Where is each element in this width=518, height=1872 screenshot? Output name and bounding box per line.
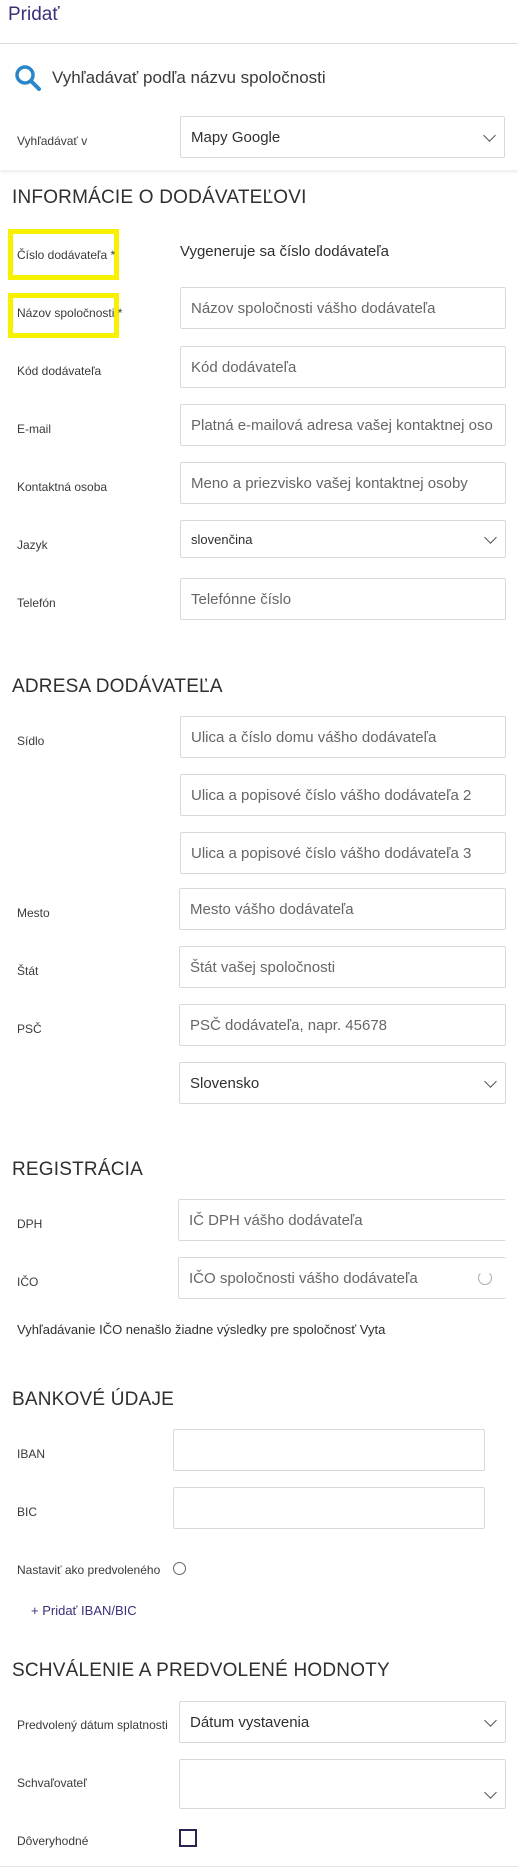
chevron-down-icon (484, 531, 497, 544)
trusted-label: Dôveryhodné (17, 1834, 89, 1848)
country-value: Slovensko (190, 1074, 260, 1092)
ico-label: IČO (17, 1275, 39, 1289)
contact-person-label: Kontaktná osoba (17, 480, 108, 494)
company-name-label: Názov spoločnosti * (17, 306, 123, 320)
supplier-number-label: Číslo dodávateľa * (17, 248, 116, 262)
supplier-code-label: Kód dodávateľa (17, 364, 102, 378)
refresh-icon[interactable] (478, 1271, 492, 1285)
chevron-down-icon (483, 129, 496, 142)
supplier-info-heading: INFORMÁCIE O DODÁVATEĽOVI (12, 187, 307, 208)
city-input[interactable]: Mesto vášho dodávateľa (179, 888, 506, 930)
bottom-divider (0, 1866, 518, 1867)
search-in-label: Vyhľadávať v (17, 134, 88, 148)
approver-label: Schvaľovateľ (17, 1776, 87, 1790)
search-by-name-title[interactable]: Vyhľadávať podľa názvu spoločnosti (52, 68, 326, 88)
email-input[interactable]: Platná e-mailová adresa vašej kontaktnej… (180, 404, 506, 446)
search-source-select[interactable]: Mapy Google (180, 116, 505, 158)
ico-placeholder: IČO spoločnosti vášho dodávateľa (189, 1269, 418, 1287)
header-divider (0, 43, 518, 44)
country-select[interactable]: Slovensko (179, 1062, 506, 1104)
phone-label: Telefón (17, 596, 56, 610)
state-input[interactable]: Štát vašej spoločnosti (179, 946, 506, 988)
email-label: E-mail (17, 422, 52, 436)
bic-input[interactable] (173, 1487, 485, 1529)
seat-label: Sídlo (17, 734, 45, 748)
vat-input[interactable]: IČ DPH vášho dodávateľa (178, 1199, 506, 1241)
address-heading: ADRESA DODÁVATEĽA (12, 676, 223, 697)
add-iban-bic-link[interactable]: + Pridať IBAN/BIC (31, 1603, 137, 1618)
contact-person-input[interactable]: Meno a priezvisko vašej kontaktnej osoby (180, 462, 506, 504)
chevron-down-icon (484, 1075, 497, 1088)
state-label: Štát (17, 964, 39, 978)
approver-select[interactable] (179, 1759, 506, 1809)
zip-label: PSČ (17, 1022, 42, 1036)
set-default-label: Nastaviť ako predvoleného (17, 1563, 161, 1577)
street1-input[interactable]: Ulica a číslo domu vášho dodávateľa (180, 716, 506, 758)
phone-input[interactable]: Telefónne číslo (180, 578, 506, 620)
ico-input[interactable]: IČO spoločnosti vášho dodávateľa (178, 1257, 506, 1299)
iban-label: IBAN (17, 1447, 46, 1461)
search-source-value: Mapy Google (191, 128, 281, 146)
registration-heading: REGISTRÁCIA (12, 1159, 143, 1180)
supplier-number-value: Vygeneruje sa číslo dodávateľa (180, 243, 389, 260)
city-label: Mesto (17, 906, 50, 920)
default-due-date-select[interactable]: Dátum vystavenia (179, 1701, 506, 1743)
ico-search-note: Vyhľadávanie IČO nenašlo žiadne výsledky… (17, 1322, 386, 1337)
chevron-down-icon (484, 1786, 497, 1799)
bic-label: BIC (17, 1505, 38, 1519)
default-due-date-label: Predvolený dátum splatnosti (17, 1718, 168, 1732)
chevron-down-icon (484, 1714, 497, 1727)
set-default-radio[interactable] (173, 1562, 186, 1575)
company-name-input[interactable]: Názov spoločnosti vášho dodávateľa (180, 287, 506, 329)
street3-input[interactable]: Ulica a popisové číslo vášho dodávateľa … (180, 832, 506, 874)
language-select[interactable]: slovenčina (180, 520, 506, 558)
iban-input[interactable] (173, 1429, 485, 1471)
supplier-code-input[interactable]: Kód dodávateľa (180, 346, 506, 388)
language-label: Jazyk (17, 538, 48, 552)
search-icon[interactable] (14, 64, 42, 92)
approval-heading: SCHVÁLENIE A PREDVOLENÉ HODNOTY (12, 1660, 390, 1681)
language-value: slovenčina (191, 531, 253, 547)
street2-input[interactable]: Ulica a popisové číslo vášho dodávateľa … (180, 774, 506, 816)
zip-input[interactable]: PSČ dodávateľa, napr. 45678 (179, 1004, 506, 1046)
trusted-checkbox[interactable] (179, 1829, 197, 1847)
vat-label: DPH (17, 1217, 43, 1231)
bank-heading: BANKOVÉ ÚDAJE (12, 1389, 175, 1410)
default-due-date-value: Dátum vystavenia (190, 1713, 310, 1731)
page-title: Pridať (8, 4, 60, 25)
